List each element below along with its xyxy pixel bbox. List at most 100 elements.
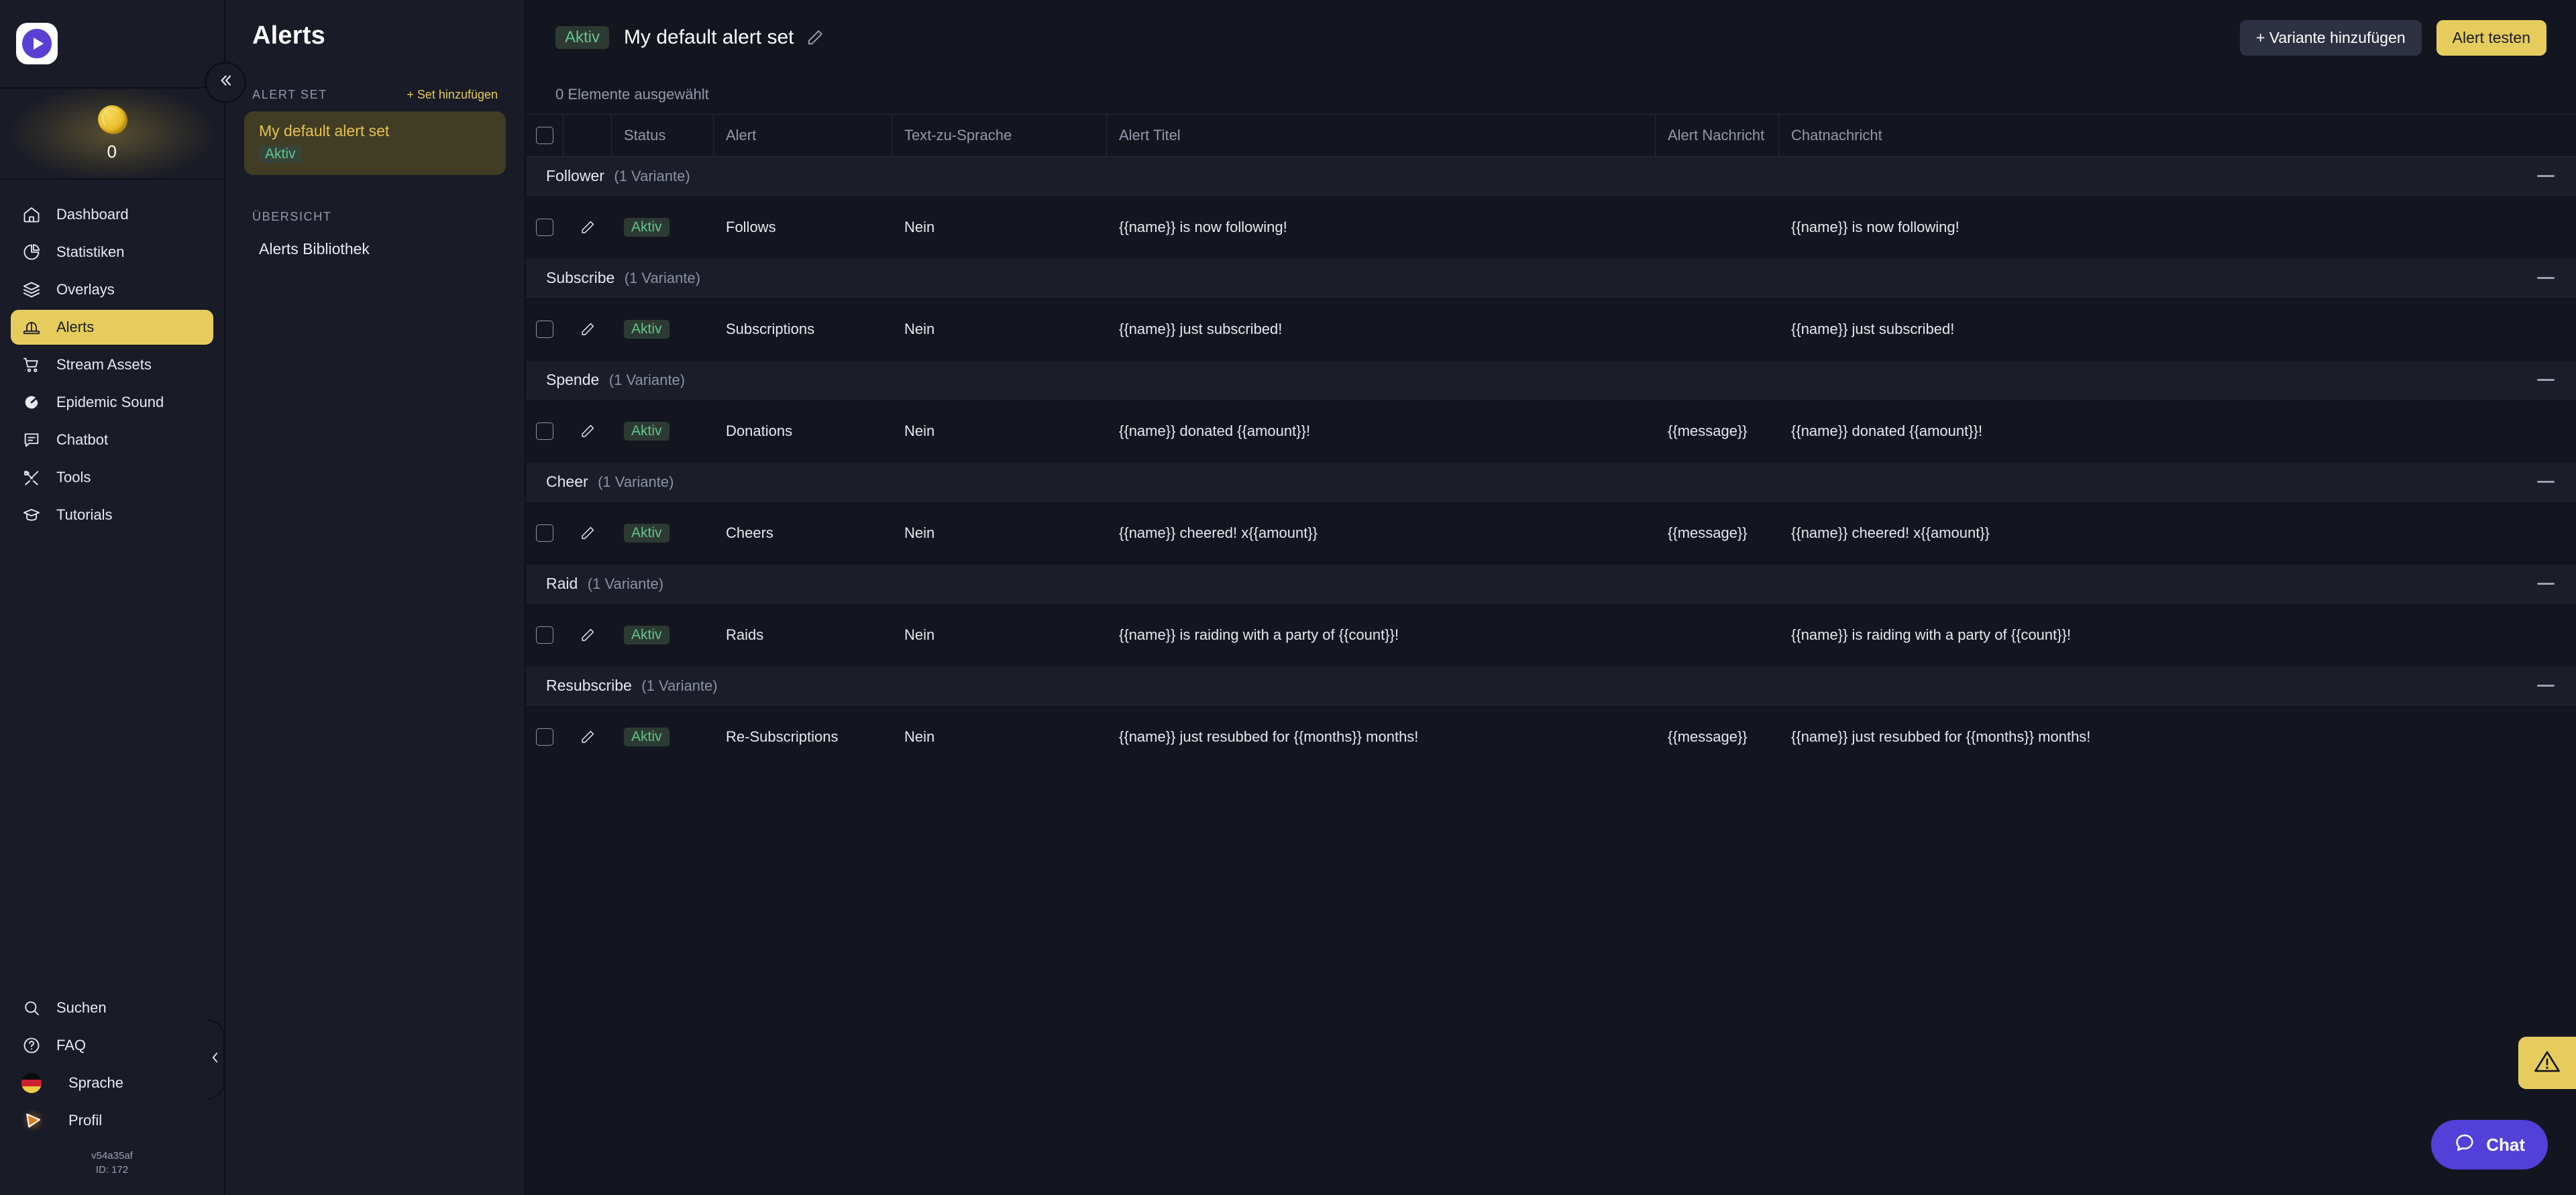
- header-alert-message[interactable]: Alert Nachricht: [1656, 115, 1779, 156]
- sidebar-item-tools[interactable]: Tools: [11, 460, 213, 495]
- alert-set-item[interactable]: My default alert set Aktiv: [244, 111, 506, 175]
- header-edit-col: [564, 115, 612, 156]
- group-name: Resubscribe: [546, 677, 632, 694]
- page-title: Alerts: [252, 21, 325, 50]
- table-row[interactable]: Aktiv Re-Subscriptions Nein {{name}} jus…: [526, 705, 2576, 769]
- row-edit-cell: [564, 502, 612, 565]
- group-collapse-icon[interactable]: [2537, 481, 2555, 483]
- main-content: Aktiv My default alert set + Variante hi…: [526, 0, 2576, 1195]
- pencil-icon[interactable]: [579, 219, 596, 236]
- row-alert-message: [1656, 298, 1779, 361]
- row-tts: Nein: [904, 321, 935, 337]
- group-title: Follower (1 Variante): [546, 167, 690, 185]
- sidebar-item-dashboard[interactable]: Dashboard: [11, 197, 213, 232]
- table-row[interactable]: Aktiv Follows Nein {{name}} is now follo…: [526, 196, 2576, 259]
- row-edit-cell: [564, 705, 612, 769]
- chat-button[interactable]: Chat: [2431, 1120, 2548, 1170]
- table-row[interactable]: Aktiv Raids Nein {{name}} is raiding wit…: [526, 604, 2576, 667]
- table-row[interactable]: Aktiv Cheers Nein {{name}} cheered! x{{a…: [526, 502, 2576, 565]
- header-alert-title[interactable]: Alert Titel: [1107, 115, 1656, 156]
- sidebar-item-statistiken[interactable]: Statistiken: [11, 235, 213, 270]
- pencil-icon[interactable]: [579, 321, 596, 338]
- row-checkbox[interactable]: [536, 524, 553, 542]
- pencil-icon[interactable]: [579, 728, 596, 746]
- main-header: Aktiv My default alert set + Variante hi…: [526, 0, 2576, 75]
- group-collapse-icon[interactable]: [2537, 379, 2555, 381]
- row-chat-message: {{name}} just subscribed!: [1791, 321, 1955, 337]
- pencil-icon[interactable]: [579, 524, 596, 542]
- select-all-checkbox[interactable]: [535, 127, 553, 144]
- sidebar-item-overlays[interactable]: Overlays: [11, 272, 213, 307]
- row-alert-message: [1656, 604, 1779, 667]
- group-count: (1 Variante): [641, 677, 718, 694]
- sidebar-collapse-handle[interactable]: [207, 1019, 225, 1100]
- sidebar-item-suchen[interactable]: Suchen: [11, 990, 213, 1025]
- row-edit-cell: [564, 298, 612, 361]
- pencil-icon[interactable]: [579, 422, 596, 440]
- alerts-library-link[interactable]: Alerts Bibliothek: [244, 240, 506, 258]
- table-group-header[interactable]: Subscribe (1 Variante): [526, 259, 2576, 298]
- sidebar-item-tutorials[interactable]: Tutorials: [11, 498, 213, 532]
- alert-set-label: ALERT SET: [252, 88, 327, 101]
- row-checkbox[interactable]: [536, 321, 553, 338]
- warning-badge[interactable]: [2518, 1037, 2576, 1089]
- row-chat-message: {{name}} cheered! x{{amount}}: [1791, 524, 1990, 541]
- group-collapse-icon[interactable]: [2537, 583, 2555, 585]
- table-group-header[interactable]: Raid (1 Variante): [526, 565, 2576, 604]
- status-badge: Aktiv: [624, 728, 669, 746]
- app-logo[interactable]: [0, 0, 224, 87]
- header-title: My default alert set: [624, 26, 794, 48]
- row-checkbox[interactable]: [536, 626, 553, 644]
- group-name: Follower: [546, 167, 604, 184]
- row-checkbox[interactable]: [536, 422, 553, 440]
- test-alert-button[interactable]: Alert testen: [2436, 19, 2546, 56]
- pencil-icon[interactable]: [806, 28, 824, 47]
- coin-balance[interactable]: 0: [0, 87, 224, 180]
- row-status: Aktiv: [612, 298, 714, 361]
- table-group-header[interactable]: Cheer (1 Variante): [526, 463, 2576, 502]
- sidebar-item-stream-assets[interactable]: Stream Assets: [11, 347, 213, 382]
- table-group-header[interactable]: Spende (1 Variante): [526, 361, 2576, 400]
- panel-collapse-button[interactable]: [205, 62, 246, 103]
- group-collapse-icon[interactable]: [2537, 685, 2555, 687]
- sidebar-item-alerts[interactable]: Alerts: [11, 310, 213, 345]
- table-group-header[interactable]: Follower (1 Variante): [526, 157, 2576, 196]
- table-row[interactable]: Aktiv Subscriptions Nein {{name}} just s…: [526, 298, 2576, 361]
- row-status: Aktiv: [612, 400, 714, 463]
- chat-button-label: Chat: [2486, 1134, 2525, 1155]
- row-edit-cell: [564, 604, 612, 667]
- table-group-header[interactable]: Resubscribe (1 Variante): [526, 667, 2576, 705]
- add-set-button[interactable]: + Set hinzufügen: [407, 88, 498, 102]
- sidebar-item-faq[interactable]: FAQ: [11, 1028, 213, 1063]
- header-chat-message[interactable]: Chatnachricht: [1779, 115, 2576, 156]
- row-alert: Cheers: [726, 524, 773, 541]
- german-flag-icon: [21, 1072, 42, 1093]
- table-row[interactable]: Aktiv Donations Nein {{name}} donated {{…: [526, 400, 2576, 463]
- sidebar-item-epidemic-sound[interactable]: Epidemic Sound: [11, 385, 213, 420]
- row-alert-title: {{name}} is raiding with a party of {{co…: [1119, 626, 1399, 643]
- row-alert-message: {{message}}: [1668, 524, 1748, 541]
- group-name: Subscribe: [546, 269, 615, 286]
- sidebar-item-chatbot[interactable]: Chatbot: [11, 422, 213, 457]
- group-title: Raid (1 Variante): [546, 575, 663, 593]
- pencil-icon[interactable]: [579, 626, 596, 644]
- header-alert[interactable]: Alert: [714, 115, 892, 156]
- sidebar-item-sprache[interactable]: Sprache: [11, 1066, 213, 1100]
- chat-bubble-icon: [21, 430, 42, 450]
- group-collapse-icon[interactable]: [2537, 277, 2555, 279]
- row-checkbox[interactable]: [536, 728, 553, 746]
- sidebar-item-label: Sprache: [68, 1074, 123, 1091]
- sidebar-item-profil[interactable]: Profil: [11, 1103, 213, 1138]
- group-title: Resubscribe (1 Variante): [546, 677, 718, 695]
- group-name: Spende: [546, 371, 600, 388]
- header-tts[interactable]: Text-zu-Sprache: [892, 115, 1107, 156]
- group-collapse-icon[interactable]: [2537, 175, 2555, 177]
- row-alert-title: {{name}} donated {{amount}}!: [1119, 422, 1311, 439]
- table-header-row: Status Alert Text-zu-Sprache Alert Titel…: [526, 114, 2576, 157]
- add-variant-button[interactable]: + Variante hinzufügen: [2239, 19, 2422, 56]
- graduation-cap-icon: [21, 505, 42, 525]
- pie-chart-icon: [21, 242, 42, 262]
- status-badge: Aktiv: [624, 320, 669, 339]
- header-status[interactable]: Status: [612, 115, 714, 156]
- row-checkbox[interactable]: [536, 219, 553, 236]
